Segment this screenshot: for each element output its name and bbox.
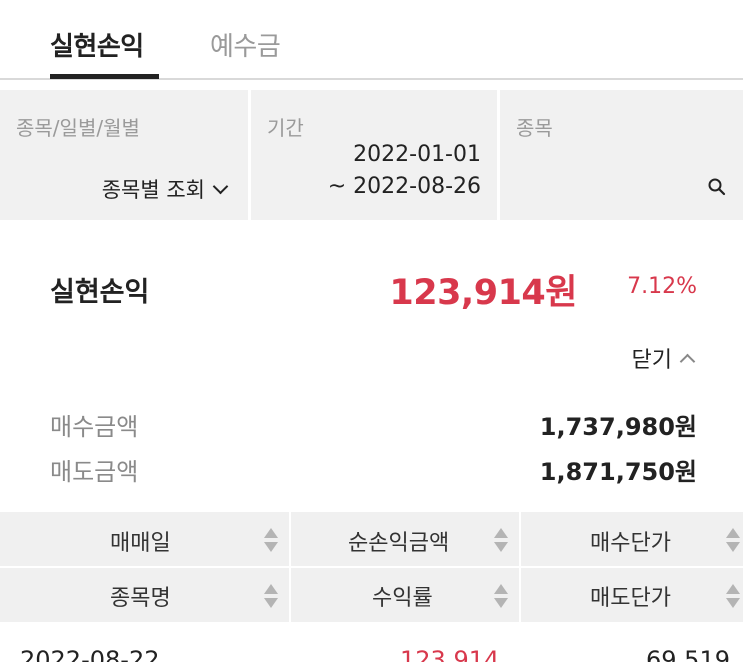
chevron-down-icon bbox=[212, 178, 229, 194]
sell-amount-label: 매도금액 bbox=[50, 458, 139, 486]
row-buy-price[interactable]: 69,519 bbox=[646, 646, 730, 662]
tab-bar: 실현손익 예수금 bbox=[0, 0, 743, 80]
filter-type-value: 종목별 조회 bbox=[101, 178, 205, 202]
period-end-date[interactable]: ~ 2022-08-26 bbox=[328, 174, 481, 199]
active-tab-indicator bbox=[50, 74, 159, 79]
buy-amount-label: 매수금액 bbox=[50, 413, 139, 441]
filter-panel: 종목/일별/월별 종목별 조회 기간 2022-01-01 ~ 2022-08-… bbox=[0, 90, 743, 220]
column-header-stock-name[interactable]: 종목명 bbox=[110, 580, 171, 612]
realized-profit-amount: 123,914원 bbox=[389, 273, 577, 313]
search-icon[interactable] bbox=[707, 177, 727, 197]
sort-icon[interactable] bbox=[494, 582, 508, 610]
sort-icon[interactable] bbox=[494, 526, 508, 554]
realized-profit-rate: 7.12% bbox=[627, 274, 697, 299]
period-start-date[interactable]: 2022-01-01 bbox=[353, 142, 481, 167]
column-header-buy-price[interactable]: 매수단가 bbox=[590, 525, 671, 557]
filter-stock-cell[interactable]: 종목 bbox=[500, 90, 743, 220]
sort-icon[interactable] bbox=[726, 582, 740, 610]
filter-type-select[interactable]: 종목별 조회 bbox=[101, 174, 229, 204]
row-trade-date[interactable]: 2022-08-22 bbox=[20, 646, 159, 662]
sell-amount-value: 1,871,750원 bbox=[539, 458, 697, 486]
header-divider bbox=[519, 512, 521, 622]
column-header-net-profit[interactable]: 순손익금액 bbox=[348, 525, 449, 557]
column-header-sell-price[interactable]: 매도단가 bbox=[590, 580, 671, 612]
sort-icon[interactable] bbox=[264, 526, 278, 554]
filter-type-label: 종목/일별/월별 bbox=[16, 116, 140, 140]
sort-icon[interactable] bbox=[264, 582, 278, 610]
chevron-up-icon bbox=[679, 353, 696, 369]
tab-deposit[interactable]: 예수금 bbox=[210, 26, 281, 63]
filter-stock-label: 종목 bbox=[516, 116, 553, 140]
column-header-trade-date[interactable]: 매매일 bbox=[110, 525, 171, 557]
filter-period-cell[interactable]: 기간 2022-01-01 ~ 2022-08-26 bbox=[251, 90, 497, 220]
column-header-return-rate[interactable]: 수익률 bbox=[372, 580, 433, 612]
filter-period-label: 기간 bbox=[267, 116, 304, 140]
collapse-toggle[interactable]: 닫기 bbox=[631, 342, 696, 374]
tab-realized-profit[interactable]: 실현손익 bbox=[50, 26, 144, 63]
header-divider bbox=[289, 512, 291, 622]
row-net-profit[interactable]: 123,914 bbox=[400, 646, 499, 662]
summary-title: 실현손익 bbox=[50, 277, 150, 308]
table-header: 매매일 순손익금액 매수단가 종목명 수익률 매도단가 bbox=[0, 512, 743, 622]
sort-icon[interactable] bbox=[726, 526, 740, 554]
header-divider bbox=[0, 566, 743, 568]
collapse-label: 닫기 bbox=[631, 348, 672, 373]
filter-type-cell[interactable]: 종목/일별/월별 종목별 조회 bbox=[0, 90, 248, 220]
buy-amount-value: 1,737,980원 bbox=[539, 413, 697, 441]
